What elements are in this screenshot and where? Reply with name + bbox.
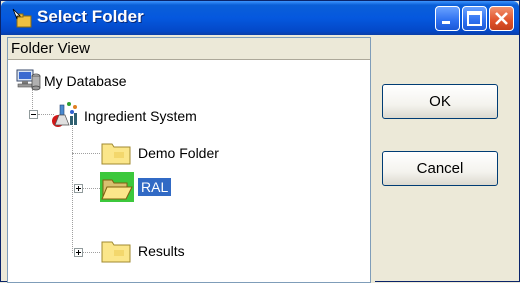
tree-label: Ingredient System bbox=[84, 108, 197, 124]
plus-icon bbox=[76, 250, 81, 255]
tree-label: Demo Folder bbox=[138, 145, 219, 161]
minus-icon bbox=[31, 114, 36, 115]
close-icon bbox=[495, 12, 508, 25]
expand-toggle[interactable] bbox=[74, 248, 83, 257]
plus-icon bbox=[76, 186, 81, 191]
tree-line bbox=[72, 153, 100, 154]
folder-view-panel: Folder View My Database Ingredient Syste… bbox=[7, 37, 371, 283]
minimize-icon bbox=[442, 21, 450, 24]
minimize-button[interactable] bbox=[435, 6, 460, 31]
ok-button[interactable]: OK bbox=[382, 84, 498, 119]
close-button[interactable] bbox=[489, 6, 514, 31]
ingredient-system-icon bbox=[52, 102, 77, 127]
collapse-toggle[interactable] bbox=[29, 110, 38, 119]
database-server-icon bbox=[16, 69, 41, 91]
tree-label: RAL bbox=[138, 178, 172, 196]
open-folder-icon bbox=[100, 172, 134, 202]
maximize-icon bbox=[467, 11, 482, 26]
tree-label: My Database bbox=[44, 73, 127, 89]
folder-view-header: Folder View bbox=[8, 38, 370, 60]
cancel-button[interactable]: Cancel bbox=[382, 151, 498, 186]
maximize-button[interactable] bbox=[462, 6, 487, 31]
select-folder-icon bbox=[12, 8, 32, 28]
folder-icon bbox=[101, 241, 131, 263]
folder-icon bbox=[101, 143, 131, 165]
panel-splitter[interactable] bbox=[371, 37, 375, 283]
folder-tree[interactable]: My Database Ingredient System Demo Folde… bbox=[8, 61, 370, 283]
dialog-title: Select Folder bbox=[37, 7, 144, 26]
tree-line bbox=[72, 123, 73, 253]
tree-label: Results bbox=[138, 243, 185, 259]
expand-toggle[interactable] bbox=[74, 184, 83, 193]
title-bar[interactable]: Select Folder bbox=[1, 1, 519, 35]
select-folder-dialog: Select Folder Folder View My Database In… bbox=[0, 0, 520, 283]
